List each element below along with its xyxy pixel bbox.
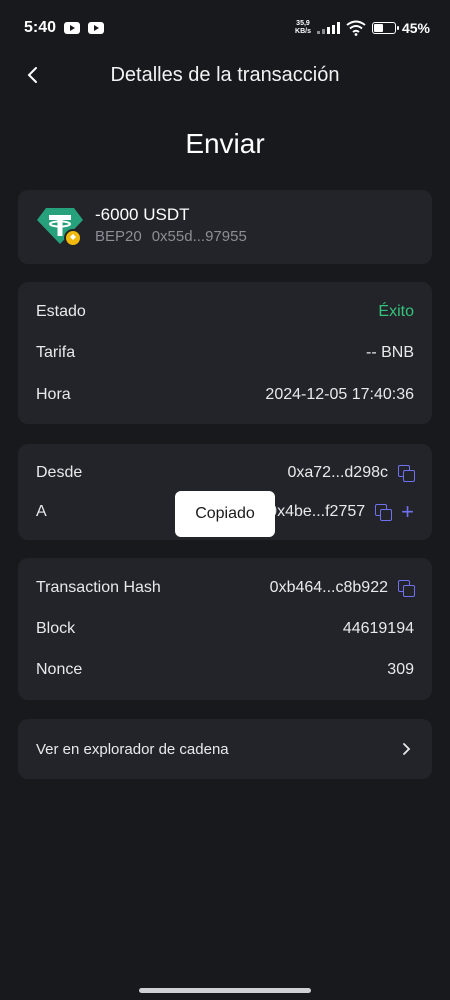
network-speed: 35,9 KB/s xyxy=(295,20,311,35)
explorer-label: Ver en explorador de cadena xyxy=(36,740,229,758)
chevron-right-icon xyxy=(400,742,414,756)
hash-value: 0xb464...c8b922 xyxy=(269,579,388,596)
status-time: 5:40 xyxy=(24,19,57,36)
home-indicator[interactable] xyxy=(139,988,311,993)
youtube-icon xyxy=(64,22,81,34)
token-amount: -6000 USDT xyxy=(95,205,190,224)
copy-icon[interactable] xyxy=(375,504,393,521)
status-label: Estado xyxy=(36,303,86,320)
tether-logo-icon xyxy=(37,208,83,247)
signal-icon xyxy=(316,22,340,34)
add-contact-icon[interactable]: + xyxy=(401,501,414,523)
youtube-icon xyxy=(88,22,105,34)
time-value: 2024-12-05 17:40:36 xyxy=(265,386,414,403)
status-bar: 5:40 35,9 KB/s 45% xyxy=(0,0,450,56)
from-row: Desde 0xa72...d298c xyxy=(36,461,415,485)
to-label: A xyxy=(36,503,47,520)
hash-label: Transaction Hash xyxy=(36,579,161,596)
fee-row: Tarifa -- BNB xyxy=(36,341,414,365)
battery-percent: 45% xyxy=(401,20,430,36)
time-label: Hora xyxy=(36,386,71,403)
hash-row: Transaction Hash 0xb464...c8b922 xyxy=(36,576,415,600)
token-contract-address: 0x55d...97955 xyxy=(151,228,247,245)
status-row: Estado Éxito xyxy=(36,300,414,324)
block-label: Block xyxy=(36,620,76,637)
copied-toast: Copiado xyxy=(175,491,275,537)
nonce-value: 309 xyxy=(387,661,414,678)
copy-icon[interactable] xyxy=(398,580,415,597)
page-title: Detalles de la transacción xyxy=(110,64,340,86)
fee-value: -- BNB xyxy=(366,344,414,361)
token-card: -6000 USDT BEP20 0x55d...97955 xyxy=(18,190,432,264)
block-row: Block 44619194 xyxy=(36,617,414,641)
token-network: BEP20 xyxy=(95,228,142,245)
token-network-info: BEP20 0x55d...97955 xyxy=(95,228,247,245)
to-address: 0x4be...f2757 xyxy=(268,503,366,520)
nonce-label: Nonce xyxy=(36,661,83,678)
wifi-icon xyxy=(346,20,366,36)
nonce-row: Nonce 309 xyxy=(36,658,414,682)
header: Detalles de la transacción xyxy=(0,56,450,94)
hash-info-card: Transaction Hash 0xb464...c8b922 Block 4… xyxy=(18,558,432,700)
transaction-type-title: Enviar xyxy=(185,128,265,159)
status-value: Éxito xyxy=(378,303,414,320)
status-info-card: Estado Éxito Tarifa -- BNB Hora 2024-12-… xyxy=(18,282,432,424)
from-address: 0xa72...d298c xyxy=(287,464,388,481)
fee-label: Tarifa xyxy=(36,344,76,361)
battery-icon xyxy=(371,22,399,34)
block-value: 44619194 xyxy=(342,620,414,637)
from-label: Desde xyxy=(36,464,83,481)
time-row: Hora 2024-12-05 17:40:36 xyxy=(36,383,414,407)
copy-icon[interactable] xyxy=(398,465,415,482)
view-in-explorer-button[interactable]: Ver en explorador de cadena xyxy=(18,719,432,779)
